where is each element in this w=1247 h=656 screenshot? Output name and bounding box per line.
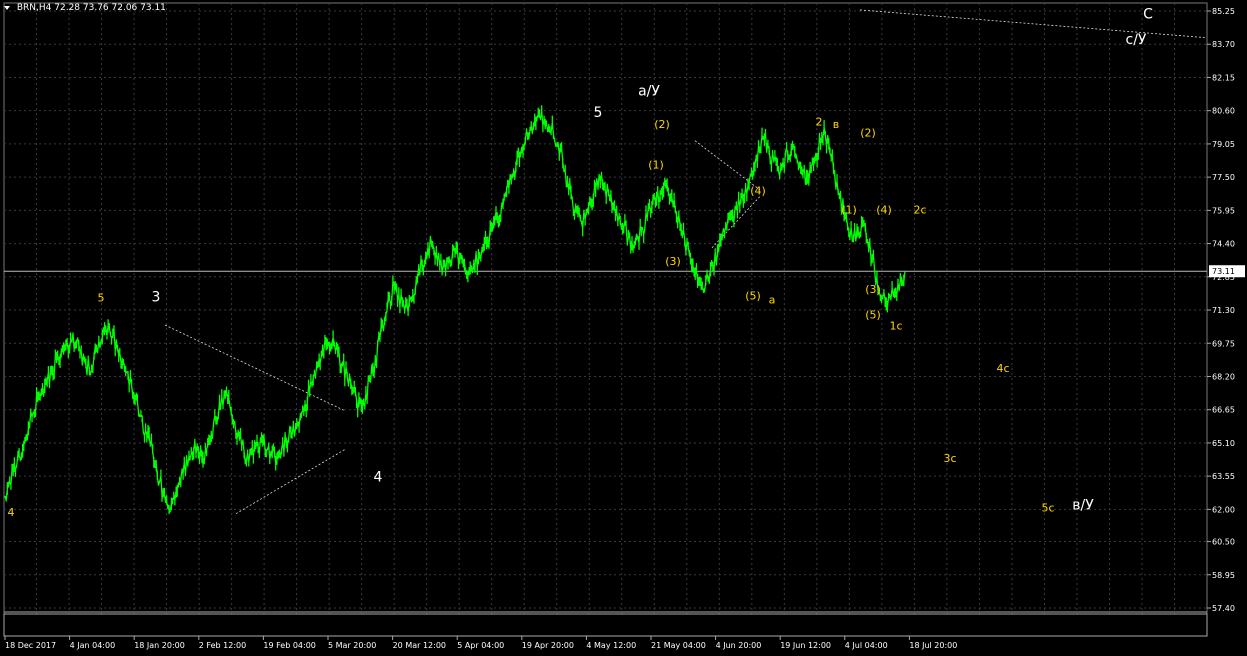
y-tick-label: 75.95 — [1212, 206, 1235, 215]
y-tick-label: 69.75 — [1212, 339, 1235, 348]
wave-label: 2 — [816, 116, 823, 129]
wave-label: C — [1143, 7, 1153, 23]
wave-label: (3) — [665, 255, 681, 268]
wave-label: a/У — [638, 84, 660, 100]
wave-label: 4c — [996, 362, 1009, 375]
wave-label: (2) — [860, 126, 876, 139]
wave-label: (3) — [865, 283, 881, 296]
symbol-label: BRN,H4 — [16, 3, 52, 13]
x-tick-label: 19 Apr 20:00 — [522, 641, 574, 650]
wave-label: (1) — [648, 159, 664, 172]
y-tick-label: 58.95 — [1212, 571, 1235, 580]
wave-label: (2) — [654, 118, 670, 131]
x-tick-label: 21 May 04:00 — [651, 641, 706, 650]
y-tick-label: 82.15 — [1212, 73, 1235, 82]
wave-label: 1c — [889, 319, 902, 332]
y-tick-label: 66.65 — [1212, 406, 1235, 415]
current-price-label: 73.11 — [1212, 267, 1235, 276]
x-tick-label: 4 Jul 04:00 — [845, 641, 888, 650]
x-tick-label: 4 Jun 20:00 — [716, 641, 762, 650]
dropdown-triangle-icon[interactable] — [4, 5, 10, 10]
wave-label: (5) — [865, 309, 881, 322]
chart-header: BRN,H4 72.28 73.76 72.06 73.11 — [4, 3, 166, 13]
x-tick-label: 5 Mar 20:00 — [328, 641, 376, 650]
x-tick-label: 19 Jun 12:00 — [780, 641, 831, 650]
wave-label: a — [769, 294, 776, 307]
indicator-subwindow — [3, 613, 1208, 637]
y-tick-label: 63.55 — [1212, 472, 1235, 481]
y-tick-label: 77.50 — [1212, 173, 1235, 182]
x-tick-label: 4 May 12:00 — [586, 641, 636, 650]
y-tick-label: 74.40 — [1212, 240, 1235, 249]
y-tick-label: 60.50 — [1212, 538, 1235, 547]
wave-label: в/У — [1072, 497, 1094, 513]
wave-label: 3 — [152, 289, 161, 305]
y-tick-label: 65.10 — [1212, 439, 1235, 448]
y-tick-label: 68.20 — [1212, 372, 1235, 381]
wave-label: 5 — [594, 105, 603, 121]
y-tick-label: 85.25 — [1212, 7, 1235, 16]
x-tick-label: 20 Mar 12:00 — [393, 641, 446, 650]
wave-label: 3c — [943, 452, 956, 465]
wave-label: (1) — [841, 204, 857, 217]
x-tick-label: 18 Jan 20:00 — [134, 641, 185, 650]
y-tick-label: 79.05 — [1212, 140, 1235, 149]
x-tick-label: 4 Jan 04:00 — [70, 641, 116, 650]
ohlc-values: 72.28 73.76 72.06 73.11 — [54, 3, 166, 13]
wave-label: (5) — [745, 289, 761, 302]
pattern-trend-line — [859, 9, 1208, 39]
x-tick-label: 18 Jul 20:00 — [909, 641, 957, 650]
chart-window[interactable]: 85.25 83.70 82.15 80.60 79.05 77.50 75.95 74.40… — [0, 0, 1247, 656]
plot-frame — [3, 2, 1208, 615]
wave-label: 5c — [1041, 502, 1054, 515]
wave-label: 4 — [8, 506, 15, 519]
price-chart[interactable]: 85.25 83.70 82.15 80.60 79.05 77.50 75.95 74.40… — [0, 0, 1247, 656]
wave-label: (4) — [876, 204, 892, 217]
x-tick-label: 19 Feb 04:00 — [263, 641, 315, 650]
wave-label: c/У — [1126, 32, 1147, 48]
y-tick-label: 80.60 — [1212, 107, 1235, 116]
wave-label: 5 — [98, 291, 105, 304]
y-tick-label: 83.70 — [1212, 40, 1235, 49]
pattern-trend-line — [694, 140, 761, 191]
x-tick-label: 18 Dec 2017 — [5, 641, 56, 650]
x-tick-label: 2 Feb 12:00 — [199, 641, 246, 650]
wave-label: в — [833, 118, 839, 131]
wave-label: (4) — [750, 184, 766, 197]
y-tick-label: 62.00 — [1212, 505, 1235, 514]
y-tick-label: 71.30 — [1212, 306, 1235, 315]
wave-label: 2c — [913, 204, 926, 217]
x-tick-label: 5 Apr 04:00 — [457, 641, 504, 650]
wave-label: 4 — [374, 470, 383, 486]
y-tick-label: 57.40 — [1212, 604, 1235, 613]
